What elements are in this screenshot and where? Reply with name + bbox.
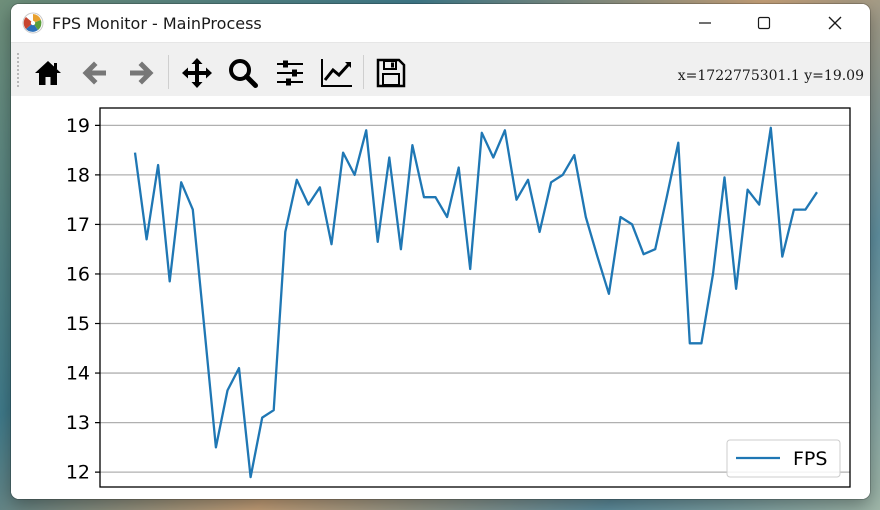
y-axis-ticks: 12 13 14 15 16 17 18 19 xyxy=(66,115,100,484)
close-icon xyxy=(828,16,842,30)
minimize-button[interactable] xyxy=(682,4,728,42)
cursor-coordinates: x=1722775301.1 y=19.09 xyxy=(677,68,864,84)
y-tick-label: 18 xyxy=(66,164,90,186)
back-button[interactable] xyxy=(78,56,112,90)
y-tick-label: 13 xyxy=(66,412,90,434)
pan-icon xyxy=(182,58,212,88)
y-tick-label: 14 xyxy=(66,363,90,385)
app-window: FPS Monitor - MainProcess x=1722775301.1… xyxy=(11,4,870,499)
zoom-button[interactable] xyxy=(226,56,260,90)
toolbar-separator xyxy=(363,55,364,89)
fps-series-line xyxy=(133,126,818,479)
maximize-button[interactable] xyxy=(741,4,787,42)
app-logo-icon xyxy=(22,12,44,34)
close-button[interactable] xyxy=(812,4,858,42)
home-icon xyxy=(35,61,61,85)
toolbar-grip[interactable] xyxy=(17,53,19,87)
title-bar[interactable]: FPS Monitor - MainProcess xyxy=(11,4,870,42)
subplots-button[interactable] xyxy=(273,56,307,90)
window-title: FPS Monitor - MainProcess xyxy=(52,14,262,33)
edit-axis-icon xyxy=(321,59,352,87)
legend: FPS xyxy=(726,439,841,478)
home-button[interactable] xyxy=(31,56,65,90)
zoom-icon xyxy=(229,59,258,88)
y-tick-label: 12 xyxy=(66,462,90,484)
y-tick-label: 19 xyxy=(66,115,90,137)
forward-icon xyxy=(130,61,154,85)
minimize-icon xyxy=(699,22,711,24)
navigation-toolbar: x=1722775301.1 y=19.09 xyxy=(11,42,870,98)
pan-button[interactable] xyxy=(180,56,214,90)
legend-label: FPS xyxy=(793,448,827,470)
edit-axis-button[interactable] xyxy=(320,56,354,90)
fps-line-chart[interactable]: 12 13 14 15 16 17 18 19 FPS xyxy=(11,96,870,499)
y-tick-label: 17 xyxy=(66,214,90,236)
maximize-icon xyxy=(757,16,771,30)
y-tick-label: 16 xyxy=(66,263,90,285)
toolbar-separator xyxy=(168,55,169,89)
plot-frame xyxy=(99,107,851,488)
subplots-icon xyxy=(277,60,303,86)
forward-button[interactable] xyxy=(124,56,158,90)
y-tick-label: 15 xyxy=(66,313,90,335)
save-button[interactable] xyxy=(374,56,408,90)
plot-canvas[interactable]: 12 13 14 15 16 17 18 19 FPS xyxy=(11,96,870,499)
back-icon xyxy=(82,61,106,85)
save-icon xyxy=(376,58,406,88)
